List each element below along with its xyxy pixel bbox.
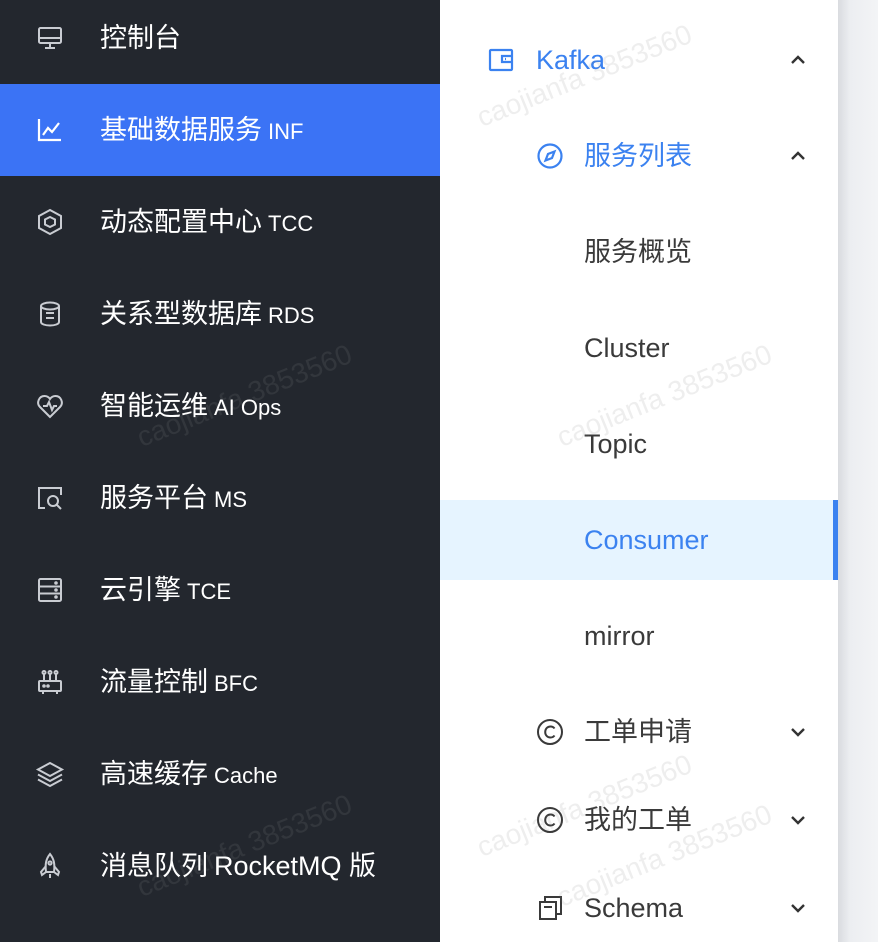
menu-item-label: Cluster [584,333,670,363]
chevron-down-icon[interactable] [788,898,808,918]
subgroup-service-list[interactable]: 服务列表 [440,116,838,196]
menu-item-service-overview[interactable]: 服务概览 [440,212,838,292]
sidebar-item-rocketmq[interactable]: 消息队列 RocketMQ 版 [0,820,440,912]
sidebar-item-label: 动态配置中心 TCC [100,207,314,237]
layers-icon [35,759,65,789]
chevron-down-icon[interactable] [788,722,808,742]
sidebar-item-label: 云引擎 TCE [100,575,231,605]
copy-icon [535,893,565,923]
chevron-down-icon[interactable] [788,810,808,830]
sidebar-item-label: 控制台 [100,23,181,53]
menu-item-mirror[interactable]: mirror [440,596,838,676]
sidebar-item-label: 智能运维 AI Ops [100,391,282,421]
sidebar-item-label: 关系型数据库 RDS [100,299,315,329]
search-window-icon [35,483,65,513]
group-my-tickets[interactable]: 我的工单 [440,780,838,860]
group-kafka[interactable]: Kafka [440,20,838,100]
menu-item-topic[interactable]: Topic [440,404,838,484]
sidebar-item-rds[interactable]: 关系型数据库 RDS [0,268,440,360]
main-sidebar: 控制台 基础数据服务 INF 动态配置中心 TCC 关系型数据库 RDS 智能运维 AI… [0,0,440,942]
copyright-icon [535,805,565,835]
menu-item-label: 服务概览 [584,237,692,267]
heart-pulse-icon [35,391,65,421]
group-ticket-apply-label: 工单申请 [584,717,692,747]
menu-item-label: Topic [584,429,648,459]
sidebar-item-console[interactable]: 控制台 [0,0,440,84]
group-my-tickets-label: 我的工单 [584,805,692,835]
menu-item-label: Consumer [584,525,709,555]
group-schema[interactable]: Schema [440,868,838,942]
database-icon [35,299,65,329]
sidebar-item-label: 流量控制 BFC [100,667,258,697]
sidebar-item-label: 基础数据服务 INF [100,115,304,145]
monitor-icon [35,23,65,53]
sidebar-item-tcc[interactable]: 动态配置中心 TCC [0,176,440,268]
sidebar-item-label: 高速缓存 Cache [100,759,278,789]
sidebar-item-bfc[interactable]: 流量控制 BFC [0,636,440,728]
line-chart-icon [35,115,65,145]
server-icon [35,575,65,605]
submenu-panel: Kafka 服务列表 服务概览 Cluster Topic Consumer m… [440,0,838,942]
menu-item-label: mirror [584,621,655,651]
sidebar-item-label: 服务平台 MS [100,483,247,513]
copyright-icon [535,717,565,747]
menu-item-cluster[interactable]: Cluster [440,308,838,388]
group-schema-label: Schema [584,893,684,923]
router-icon [35,667,65,697]
rocket-icon [35,851,65,881]
sidebar-item-label: 消息队列 RocketMQ 版 [100,851,377,881]
wallet-icon [486,45,516,75]
group-kafka-label: Kafka [536,45,606,75]
menu-item-consumer[interactable]: Consumer [440,500,838,580]
sidebar-item-aiops[interactable]: 智能运维 AI Ops [0,360,440,452]
subgroup-service-list-label: 服务列表 [584,141,692,171]
hexagon-icon [35,207,65,237]
compass-icon [535,141,565,171]
sidebar-item-inf[interactable]: 基础数据服务 INF [0,84,440,176]
sidebar-item-cache[interactable]: 高速缓存 Cache [0,728,440,820]
group-ticket-apply[interactable]: 工单申请 [440,692,838,772]
chevron-up-icon[interactable] [788,50,808,70]
chevron-up-icon[interactable] [788,146,808,166]
content-edge-shadow [838,0,878,942]
sidebar-item-tce[interactable]: 云引擎 TCE [0,544,440,636]
sidebar-item-ms[interactable]: 服务平台 MS [0,452,440,544]
